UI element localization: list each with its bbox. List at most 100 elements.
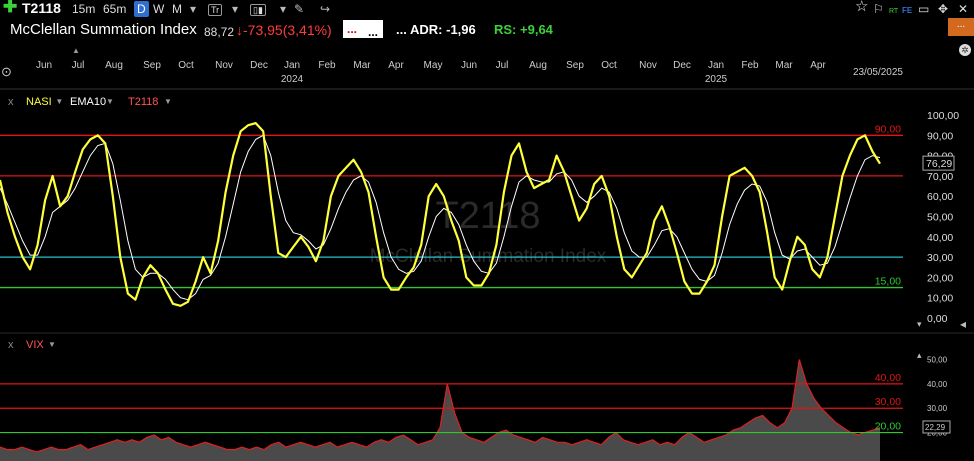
level-label: 30,00 (875, 396, 901, 408)
quote-box-2-text: ... (368, 25, 379, 39)
month-tick-label: Oct (601, 60, 617, 71)
legend-item-t2118: T2118 (128, 96, 158, 108)
star-icon[interactable]: ☆ (855, 0, 868, 15)
y-tick-label: 30,00 (927, 404, 948, 413)
dual-window-icon[interactable]: FE (902, 3, 912, 19)
month-tick-label: Jan (284, 60, 300, 71)
nasi-pane: x NASI ▼ EMA10 ▼ T2118 ▼ T2118 McClellan Summ… (0, 44, 971, 331)
indicator-title: McClellan Summation Index (10, 21, 197, 38)
month-tick-label: Jun (36, 60, 52, 71)
level-label: 90,00 (875, 123, 901, 135)
month-tick-label: Feb (741, 60, 759, 71)
pane-close-icon[interactable]: x (8, 96, 14, 108)
change-percent: (3,41%) (282, 22, 332, 38)
symbol-label[interactable]: T2118 (22, 0, 61, 16)
settings-icon[interactable]: Tr (208, 1, 223, 17)
y-tick-label: 10,00 (927, 293, 953, 305)
month-tick-label: May (424, 60, 443, 71)
current-value-label: 22,29 (925, 423, 946, 432)
window-icon[interactable]: ▭ (918, 1, 929, 17)
y-tick-label: 30,00 (927, 252, 953, 264)
y-tick-label: 60,00 (927, 191, 953, 203)
adr-readout: ... ADR: -1,96 (396, 22, 476, 38)
rs-value: +9,64 (520, 22, 553, 37)
y-tick-label: 90,00 (927, 130, 953, 142)
chart-type-icon[interactable]: ▯▮ (250, 1, 266, 17)
close-icon[interactable]: ✕ (958, 1, 968, 17)
adr-label: ADR: (409, 22, 443, 37)
rs-readout: RS: +9,64 (494, 22, 553, 38)
vix-area (0, 359, 881, 461)
month-tick-label: Nov (215, 60, 233, 71)
y-tick-label: 40,00 (927, 232, 953, 244)
timeframe-d-button[interactable]: D (134, 1, 149, 17)
month-tick-label: Dec (250, 60, 268, 71)
month-tick-label: Sep (566, 60, 584, 71)
info-row: McClellan Summation Index 88,72 ↓-73,95(… (0, 18, 974, 40)
chevron-down-icon: ▼ (164, 97, 172, 106)
pencil-icon[interactable]: ✎ (294, 1, 304, 17)
y-tick-label: 100,00 (927, 110, 959, 122)
gear-glyph-icon: ✲ (961, 45, 969, 55)
vix-fill (0, 359, 880, 461)
timeframe-65m-button[interactable]: 65m (103, 1, 126, 17)
month-tick-label: Sep (143, 60, 161, 71)
year-tick-label: 2025 (705, 74, 728, 85)
scroll-down-icon[interactable]: ▾ (917, 319, 922, 329)
vix-pane: x VIX▼ 40,0030,0020,00 50,0040,0030,0020… (0, 339, 951, 461)
chart-area[interactable]: Jun Jul Aug Sep Oct Nov Dec Jan Feb Mar Apr May Jun J… (0, 40, 974, 461)
timeframe-m-button[interactable]: M (172, 1, 182, 17)
y-tick-label: 0,00 (927, 313, 948, 325)
crosshair-icon[interactable]: ⊙ (1, 64, 12, 79)
chevron-down-icon[interactable]: ▾ (280, 1, 286, 17)
move-icon[interactable]: ✥ (938, 1, 948, 17)
add-icon[interactable]: ✚ (3, 0, 17, 15)
rs-label: RS: (494, 22, 517, 37)
chevron-down-icon: ▼ (106, 97, 114, 106)
chevron-down-icon[interactable]: ▾ (190, 1, 196, 17)
month-tick-label: Feb (318, 60, 336, 71)
month-tick-label: Aug (105, 60, 123, 71)
pane-close-icon[interactable]: x (8, 339, 14, 351)
timeframe-15m-button[interactable]: 15m (72, 1, 95, 17)
nasi-y-axis: 100,0090,0080,0070,0060,0050,0040,0030,0… (922, 110, 959, 325)
month-tick-label: Mar (353, 60, 371, 71)
scroll-up-icon[interactable]: ▴ (917, 350, 922, 360)
level-label: 20,00 (875, 421, 901, 433)
legend-item-ema10: EMA10 (70, 96, 106, 108)
year-tick-label: 2024 (281, 74, 304, 85)
chevron-down-icon[interactable]: ▾ (232, 1, 238, 17)
chevron-down-icon: ▼ (55, 97, 63, 106)
chevron-up-icon[interactable]: ▲ (72, 46, 80, 55)
timeframe-w-button[interactable]: W (153, 1, 164, 17)
month-tick-label: Jul (496, 60, 509, 71)
month-tick-label: Nov (639, 60, 657, 71)
change-amount: -73,95 (243, 22, 283, 38)
month-tick-label: Jan (708, 60, 724, 71)
month-tick-label: Oct (178, 60, 194, 71)
flag-icon[interactable]: ⚐ (873, 1, 884, 17)
y-tick-label: 70,00 (927, 171, 953, 183)
y-tick-label: 50,00 (927, 356, 948, 365)
month-tick-label: Aug (529, 60, 547, 71)
legend-item-nasi: NASI (26, 96, 52, 108)
menu-button[interactable]: ... (948, 18, 974, 36)
toolbar: ✚ T2118 15m 65m D W M ▾ Tr ▾ ▯▮ ▾ ✎ ↪ ☆ … (0, 0, 974, 18)
last-value: 88,72 (204, 25, 235, 39)
month-tick-label: Dec (673, 60, 691, 71)
date-label: 23/05/2025 (853, 67, 903, 78)
month-tick-label: Jul (72, 60, 85, 71)
level-label: 40,00 (875, 372, 901, 384)
vix-legend: VIX ▼ (26, 339, 56, 351)
watermark-symbol: T2118 (436, 195, 541, 237)
month-tick-label: Mar (775, 60, 793, 71)
y-tick-label: 20,00 (927, 272, 953, 284)
level-label: 15,00 (875, 276, 901, 288)
current-value-label: 76,29 (926, 158, 952, 170)
share-icon[interactable]: ↪ (320, 1, 330, 17)
y-tick-label: 50,00 (927, 212, 953, 224)
expand-axis-icon[interactable]: ◂ (960, 317, 966, 331)
nasi-legend: NASI ▼ EMA10 ▼ T2118 ▼ (26, 96, 172, 108)
month-tick-label: Jun (461, 60, 477, 71)
time-axis: Jun Jul Aug Sep Oct Nov Dec Jan Feb Mar Apr May Jun J… (36, 60, 903, 85)
